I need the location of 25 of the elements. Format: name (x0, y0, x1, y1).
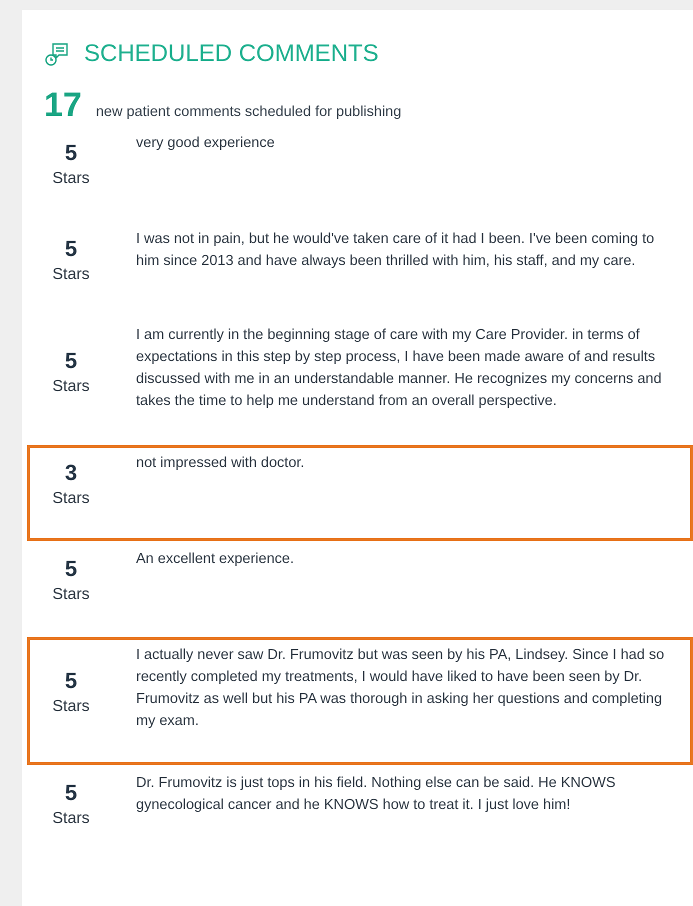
comment-text: not impressed with doctor. (135, 454, 306, 473)
comment-text: Dr. Frumovitz is just tops in his field. Nothing else can be said. He KNOWS gynecological cancer and he KNOWS how to treat it. I just love him! (135, 774, 616, 815)
rating-unit: Stars (52, 490, 90, 508)
comment-clock-icon (44, 41, 70, 67)
rating-value: 5 (64, 668, 78, 694)
rating-unit: Stars (52, 586, 90, 604)
rating-unit: Stars (52, 266, 90, 284)
rating-value: 3 (64, 460, 78, 486)
rating-value: 5 (64, 140, 78, 166)
comment-count: 17 (44, 86, 82, 125)
rating-unit: Stars (52, 698, 90, 716)
summary-text: new patient comments scheduled for publishing (96, 104, 402, 120)
comment-text: very good experience (135, 134, 276, 153)
comment-text: An excellent experience. (135, 550, 295, 569)
comment-text: I was not in pain, but he would've taken care of it had I been. I've been coming to him since 2013 and have always been thrilled with him, his staff, and my care. (135, 230, 656, 271)
rating-value: 5 (64, 348, 78, 374)
rating-value: 5 (64, 236, 78, 262)
section-title: SCHEDULED COMMENTS (84, 40, 379, 68)
rating-unit: Stars (52, 810, 90, 828)
rating-unit: Stars (52, 378, 90, 396)
rating-value: 5 (64, 780, 78, 806)
comment-text: I actually never saw Dr. Frumovitz but was seen by his PA, Lindsey. Since I had so recently completed my treatments, I would have liked to have been seen by Dr. Frumovitz as well but his PA was thorough in asking her questions and completing my exam. (135, 646, 666, 731)
rating-value: 5 (64, 556, 78, 582)
comment-text: I am currently in the beginning stage of care with my Care Provider. in terms of expectations in this step by step process, I have been made aware of and results discussed with me in an understandable manner. He recognizes my concerns and takes the time to help me understand from an overall perspective. (135, 326, 663, 411)
rating-unit: Stars (52, 170, 90, 188)
